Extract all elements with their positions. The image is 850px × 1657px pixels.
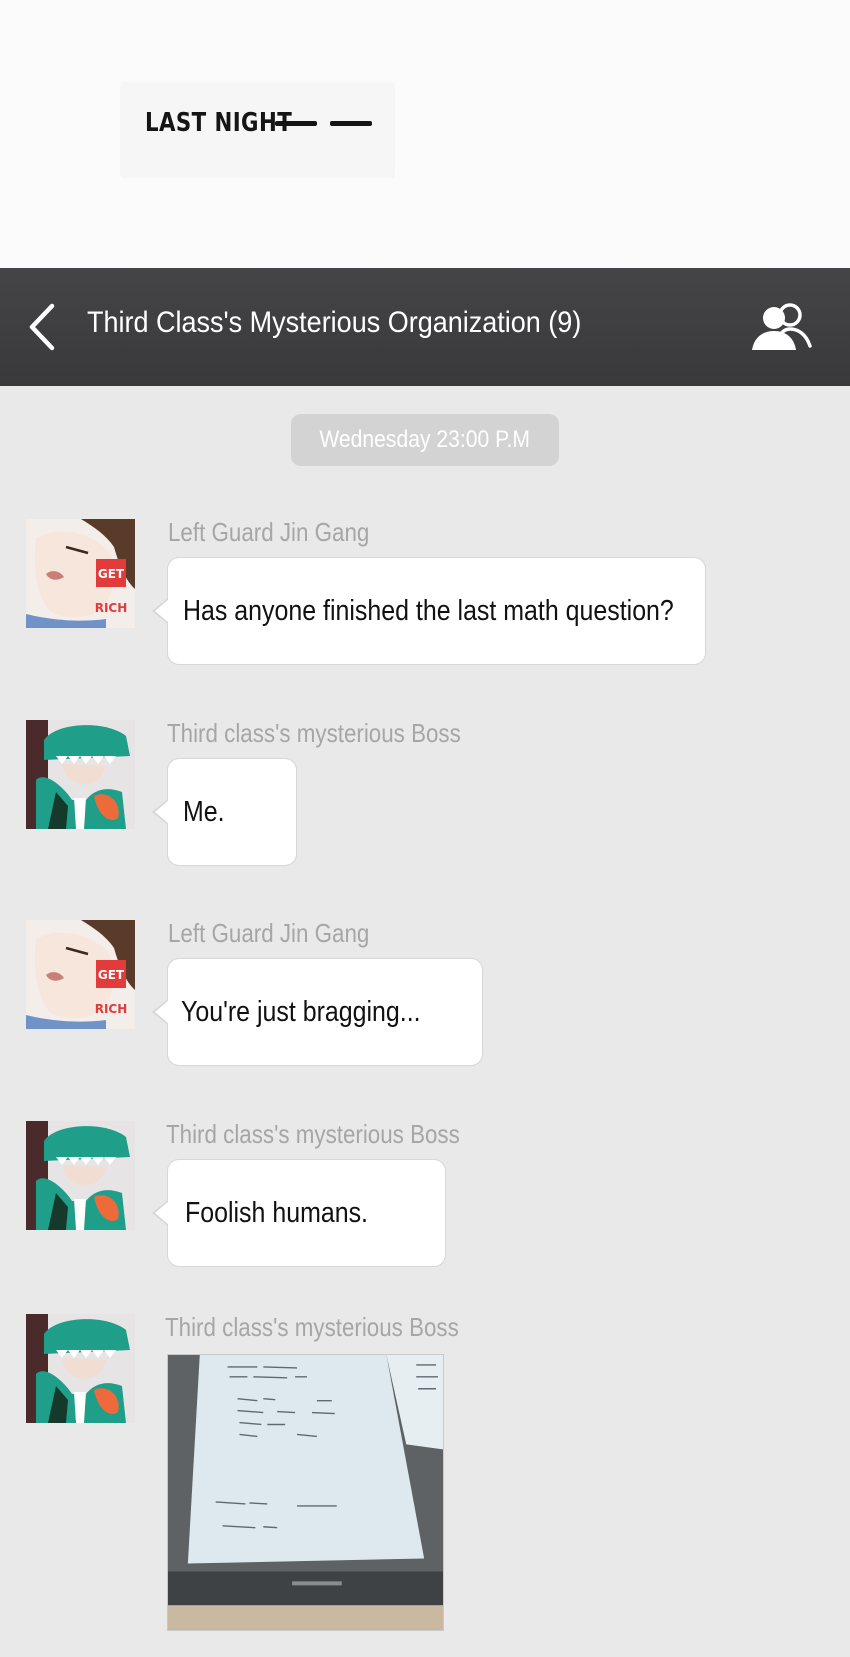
caption-panel: LAST NIGHT — [0, 0, 850, 268]
group-icon — [752, 303, 812, 350]
message-text: Has anyone finished the last math questi… — [183, 595, 674, 627]
chat-title: Third Class's Mysterious Organization (9… — [87, 306, 582, 339]
dinosaur-hood-avatar-icon — [26, 1314, 135, 1423]
timestamp-text: Wednesday 23:00 P.M — [319, 426, 531, 453]
photo-message[interactable] — [167, 1354, 444, 1631]
avatar[interactable]: GET RICH — [26, 920, 135, 1029]
avatar[interactable] — [26, 1314, 135, 1423]
dinosaur-hood-avatar-icon — [26, 1121, 135, 1230]
back-button[interactable] — [22, 300, 66, 354]
timestamp-pill: Wednesday 23:00 P.M — [291, 414, 559, 466]
message-bubble[interactable]: Foolish humans. — [152, 1159, 446, 1267]
dinosaur-hood-avatar-icon — [26, 720, 135, 829]
avatar[interactable]: GET RICH — [26, 519, 135, 628]
message-bubble[interactable]: Me. — [152, 758, 297, 866]
chat-body[interactable]: Wednesday 23:00 P.M GET RICH Left Guard … — [0, 386, 850, 1657]
chat-header: Third Class's Mysterious Organization (9… — [0, 268, 850, 386]
homework-photo-icon — [168, 1355, 443, 1630]
sticker-line1: GET — [98, 567, 125, 581]
sender-name: Third class's mysterious Boss — [165, 1312, 459, 1342]
get-rich-avatar-icon: GET RICH — [26, 519, 135, 628]
message-bubble[interactable]: You're just bragging... — [152, 958, 483, 1066]
caption-dash — [330, 121, 372, 126]
message-bubble[interactable]: Has anyone finished the last math questi… — [152, 557, 706, 665]
sticker-line1: GET — [98, 968, 125, 982]
sender-name: Left Guard Jin Gang — [168, 517, 370, 547]
sender-name: Third class's mysterious Boss — [166, 1119, 460, 1149]
avatar[interactable] — [26, 1121, 135, 1230]
message-text: Foolish humans. — [185, 1197, 368, 1229]
chevron-left-icon — [29, 303, 55, 351]
caption-dash — [275, 121, 317, 126]
message-text: Me. — [183, 796, 225, 828]
sender-name: Third class's mysterious Boss — [167, 718, 461, 748]
caption-text: LAST NIGHT — [145, 108, 293, 138]
message-text: You're just bragging... — [181, 996, 421, 1028]
get-rich-avatar-icon: GET RICH — [26, 920, 135, 1029]
sender-name: Left Guard Jin Gang — [168, 918, 370, 948]
members-button[interactable] — [750, 300, 814, 354]
sticker-line2: RICH — [95, 1002, 128, 1016]
sticker-line2: RICH — [95, 601, 128, 615]
avatar[interactable] — [26, 720, 135, 829]
